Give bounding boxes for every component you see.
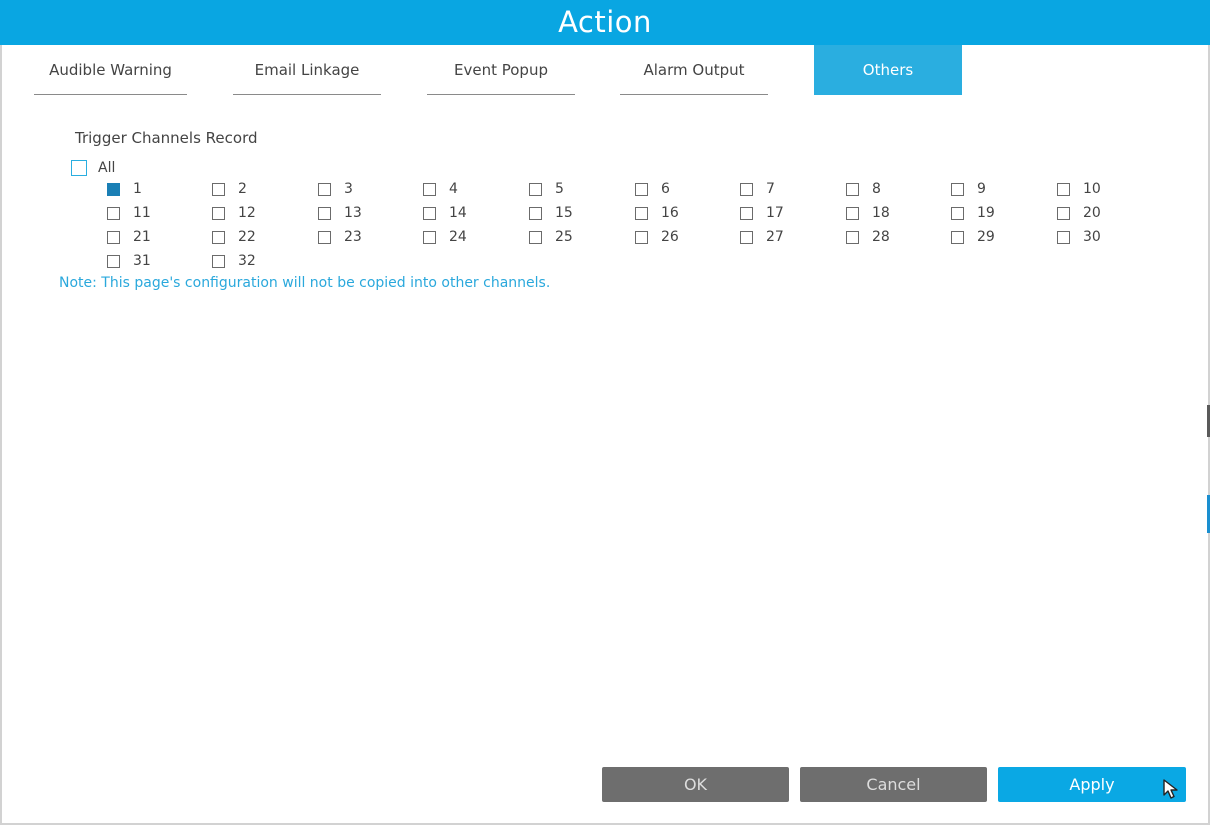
channel-26-label: 26 bbox=[661, 229, 679, 245]
dialog-frame bbox=[0, 0, 1210, 825]
channel-30-checkbox[interactable] bbox=[1057, 231, 1070, 244]
cancel-button[interactable]: Cancel bbox=[800, 767, 987, 802]
channel-7-checkbox[interactable] bbox=[740, 183, 753, 196]
trigger-channels-record-title: Trigger Channels Record bbox=[75, 129, 258, 147]
channel-9-checkbox[interactable] bbox=[951, 183, 964, 196]
channel-15-checkbox[interactable] bbox=[529, 207, 542, 220]
channel-31-label: 31 bbox=[133, 253, 151, 269]
channel-4-label: 4 bbox=[449, 181, 458, 197]
channel-20-checkbox[interactable] bbox=[1057, 207, 1070, 220]
channel-18-checkbox[interactable] bbox=[846, 207, 859, 220]
channel-27-label: 27 bbox=[766, 229, 784, 245]
channel-1-label: 1 bbox=[133, 181, 142, 197]
channel-29-label: 29 bbox=[977, 229, 995, 245]
channel-21-label: 21 bbox=[133, 229, 151, 245]
channel-14-label: 14 bbox=[449, 205, 467, 221]
channel-2-label: 2 bbox=[238, 181, 247, 197]
channel-28-label: 28 bbox=[872, 229, 890, 245]
dialog-title: Action bbox=[0, 0, 1210, 45]
channel-20-label: 20 bbox=[1083, 205, 1101, 221]
configuration-note: Note: This page's configuration will not… bbox=[59, 275, 551, 291]
channel-32-checkbox[interactable] bbox=[212, 255, 225, 268]
channel-15-label: 15 bbox=[555, 205, 573, 221]
channel-13-label: 13 bbox=[344, 205, 362, 221]
channel-19-label: 19 bbox=[977, 205, 995, 221]
channel-10-label: 10 bbox=[1083, 181, 1101, 197]
tab-others[interactable]: Others bbox=[814, 45, 962, 95]
channel-8-checkbox[interactable] bbox=[846, 183, 859, 196]
channel-11-checkbox[interactable] bbox=[107, 207, 120, 220]
channel-17-label: 17 bbox=[766, 205, 784, 221]
channel-28-checkbox[interactable] bbox=[846, 231, 859, 244]
channel-29-checkbox[interactable] bbox=[951, 231, 964, 244]
channel-6-label: 6 bbox=[661, 181, 670, 197]
channel-6-checkbox[interactable] bbox=[635, 183, 648, 196]
channel-19-checkbox[interactable] bbox=[951, 207, 964, 220]
channel-5-checkbox[interactable] bbox=[529, 183, 542, 196]
channel-18-label: 18 bbox=[872, 205, 890, 221]
channel-25-label: 25 bbox=[555, 229, 573, 245]
ok-button[interactable]: OK bbox=[602, 767, 789, 802]
all-checkbox[interactable] bbox=[71, 160, 87, 176]
channel-10-checkbox[interactable] bbox=[1057, 183, 1070, 196]
channel-8-label: 8 bbox=[872, 181, 881, 197]
all-checkbox-label: All bbox=[98, 160, 116, 176]
channel-27-checkbox[interactable] bbox=[740, 231, 753, 244]
tab-audible-warning[interactable]: Audible Warning bbox=[34, 45, 187, 95]
channel-1-checkbox[interactable] bbox=[107, 183, 120, 196]
tab-alarm-output[interactable]: Alarm Output bbox=[620, 45, 768, 95]
channel-23-label: 23 bbox=[344, 229, 362, 245]
channel-23-checkbox[interactable] bbox=[318, 231, 331, 244]
channel-3-label: 3 bbox=[344, 181, 353, 197]
channel-14-checkbox[interactable] bbox=[423, 207, 436, 220]
channel-32-label: 32 bbox=[238, 253, 256, 269]
channel-4-checkbox[interactable] bbox=[423, 183, 436, 196]
channel-9-label: 9 bbox=[977, 181, 986, 197]
apply-button[interactable]: Apply bbox=[998, 767, 1186, 802]
channel-12-checkbox[interactable] bbox=[212, 207, 225, 220]
channel-22-checkbox[interactable] bbox=[212, 231, 225, 244]
tab-bar: Audible Warning Email Linkage Event Popu… bbox=[0, 45, 1210, 95]
tab-event-popup[interactable]: Event Popup bbox=[427, 45, 575, 95]
mouse-pointer-icon bbox=[1163, 779, 1178, 799]
channel-26-checkbox[interactable] bbox=[635, 231, 648, 244]
channel-2-checkbox[interactable] bbox=[212, 183, 225, 196]
channel-22-label: 22 bbox=[238, 229, 256, 245]
channel-7-label: 7 bbox=[766, 181, 775, 197]
tab-email-linkage[interactable]: Email Linkage bbox=[233, 45, 381, 95]
channel-21-checkbox[interactable] bbox=[107, 231, 120, 244]
channel-16-label: 16 bbox=[661, 205, 679, 221]
channel-13-checkbox[interactable] bbox=[318, 207, 331, 220]
channel-25-checkbox[interactable] bbox=[529, 231, 542, 244]
channel-3-checkbox[interactable] bbox=[318, 183, 331, 196]
channel-5-label: 5 bbox=[555, 181, 564, 197]
channel-24-checkbox[interactable] bbox=[423, 231, 436, 244]
channel-30-label: 30 bbox=[1083, 229, 1101, 245]
channel-11-label: 11 bbox=[133, 205, 151, 221]
channel-12-label: 12 bbox=[238, 205, 256, 221]
channel-31-checkbox[interactable] bbox=[107, 255, 120, 268]
channel-16-checkbox[interactable] bbox=[635, 207, 648, 220]
channel-24-label: 24 bbox=[449, 229, 467, 245]
channel-17-checkbox[interactable] bbox=[740, 207, 753, 220]
